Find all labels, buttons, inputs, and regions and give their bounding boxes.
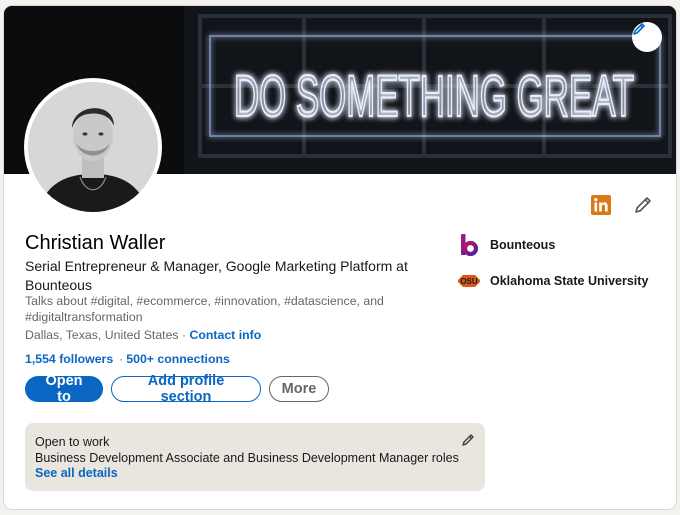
edit-intro-button[interactable] xyxy=(632,194,654,216)
linkedin-badge-button[interactable] xyxy=(590,194,612,216)
more-button[interactable]: More xyxy=(269,376,329,402)
followers-link[interactable]: 1,554 followers xyxy=(25,352,113,366)
neon-text: DO SOMETHING GREAT xyxy=(234,64,634,129)
pencil-icon xyxy=(633,23,645,35)
location-separator: · xyxy=(178,328,190,342)
open-to-button[interactable]: Open to xyxy=(25,373,103,405)
pencil-icon xyxy=(635,197,651,213)
connections-link[interactable]: 500+ connections xyxy=(126,352,230,366)
school-name: Oklahoma State University xyxy=(490,274,649,288)
current-company[interactable]: Bounteous xyxy=(458,234,555,256)
network-line: 1,554 followers · 500+ connections xyxy=(25,352,230,366)
company-name: Bounteous xyxy=(490,238,556,252)
osu-logo-icon: OSU xyxy=(458,270,480,292)
profile-name: Christian Waller xyxy=(25,232,166,254)
svg-text:OSU: OSU xyxy=(460,277,478,286)
edit-banner-button[interactable] xyxy=(632,22,662,52)
pencil-icon xyxy=(462,434,474,446)
avatar xyxy=(28,82,158,212)
profile-headline: Serial Entrepreneur & Manager, Google Ma… xyxy=(25,258,408,293)
open-to-work-roles: Business Development Associate and Busin… xyxy=(35,451,459,465)
network-separator: · xyxy=(119,352,124,366)
edit-open-to-work-button[interactable] xyxy=(461,433,475,452)
open-to-work-card: Open to work Business Development Associ… xyxy=(25,423,485,491)
add-profile-section-button[interactable]: Add profile section xyxy=(111,373,261,405)
profile-action-icons xyxy=(590,194,654,216)
location-text: Dallas, Texas, United States xyxy=(25,328,179,342)
linkedin-icon xyxy=(591,195,611,215)
education-school[interactable]: OSU Oklahoma State University xyxy=(458,270,648,292)
profile-actions: Open to Add profile section More xyxy=(25,373,329,405)
profile-photo[interactable] xyxy=(24,78,162,216)
contact-info-link[interactable]: Contact info xyxy=(190,328,262,342)
see-all-details-link[interactable]: See all details xyxy=(35,466,475,480)
open-to-work-title: Open to work xyxy=(35,435,110,449)
profile-card: DO SOMETHING GREAT Christian Waller Seri… xyxy=(4,6,676,509)
location-line: Dallas, Texas, United States · Contact i… xyxy=(25,328,261,342)
bounteous-logo-icon xyxy=(458,234,480,256)
talks-about: Talks about #digital, #ecommerce, #innov… xyxy=(25,294,384,324)
